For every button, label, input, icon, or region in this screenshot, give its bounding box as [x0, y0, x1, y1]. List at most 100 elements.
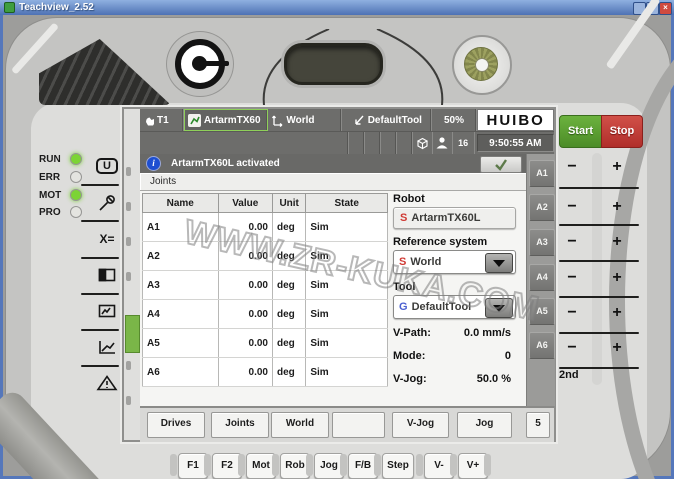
table-row[interactable]: A40.00degSim — [143, 300, 388, 329]
tab-overflow-button[interactable]: 5 — [526, 412, 550, 438]
tab-joints[interactable]: Joints — [211, 412, 269, 438]
axis-tab-a2[interactable]: A2 — [529, 194, 555, 221]
tool-key[interactable] — [87, 190, 127, 216]
mode-cell[interactable]: T1 — [140, 109, 184, 131]
robot-value: ArtarmTX60L — [411, 212, 480, 224]
clock: 9:50:55 AM — [477, 134, 554, 152]
tool-dropdown[interactable]: G DefaultTool — [393, 295, 516, 319]
confirm-message-button[interactable] — [480, 156, 522, 173]
minus-icon: − — [567, 233, 576, 250]
table-row[interactable]: A60.00degSim — [143, 358, 388, 387]
plus-icon: + — [612, 269, 621, 286]
stop-button[interactable]: Stop — [601, 115, 643, 148]
speed-value: 50% — [444, 115, 464, 126]
indicator-pro: PRO — [39, 206, 82, 218]
start-button[interactable]: Start — [559, 115, 602, 148]
jog-plus-a2[interactable]: + — [605, 197, 629, 217]
tool-dropdown-button[interactable] — [485, 298, 513, 318]
key-divider — [450, 454, 457, 476]
fkey-label: F1 — [187, 460, 199, 471]
axis-tab-a5[interactable]: A5 — [529, 298, 555, 325]
jog-plus-a6[interactable]: + — [605, 338, 629, 358]
minus-icon: − — [567, 339, 576, 356]
chart-key[interactable] — [87, 334, 127, 360]
jog-plus-a1[interactable]: + — [605, 157, 629, 177]
robot-cell[interactable]: ArtarmTX60 — [184, 109, 268, 131]
jog-plus-a3[interactable]: + — [605, 232, 629, 252]
tab-blank[interactable] — [332, 412, 385, 438]
axis-tab-a6[interactable]: A6 — [529, 332, 555, 359]
header-state: State — [306, 194, 388, 213]
user-key[interactable]: U — [87, 153, 127, 179]
reference-dropdown-button[interactable] — [485, 253, 513, 273]
minus-icon: − — [567, 158, 576, 175]
jog-minus-a6[interactable]: − — [560, 338, 584, 358]
plus-icon: + — [612, 158, 621, 175]
robot-name: ArtarmTX60 — [204, 115, 261, 126]
main-content: Name Value Unit State A10.00degSim A20.0… — [140, 191, 526, 406]
tool-cell[interactable]: DefaultTool — [342, 109, 432, 131]
jog-minus-a2[interactable]: − — [560, 197, 584, 217]
tool-arrow-icon — [353, 114, 365, 126]
jog-minus-a3[interactable]: − — [560, 232, 584, 252]
tab-overflow-label: 5 — [535, 418, 541, 429]
fkey-label: Rob — [285, 460, 304, 471]
chevron-down-icon — [493, 305, 505, 312]
window-key[interactable] — [87, 262, 127, 288]
info-icon: i — [146, 156, 161, 171]
table-row[interactable]: A50.00degSim — [143, 329, 388, 358]
position-key[interactable]: X= — [87, 226, 127, 252]
reference-name: World — [286, 115, 314, 126]
jog-plus-a4[interactable]: + — [605, 268, 629, 288]
table-row[interactable]: A20.00degSim — [143, 242, 388, 271]
tab-vjog[interactable]: V-Jog — [392, 412, 449, 438]
table-header-row: Name Value Unit State — [143, 194, 388, 213]
cube-status-icon[interactable] — [413, 132, 433, 154]
second-function-key[interactable]: 2nd — [559, 369, 599, 385]
status-slot — [349, 132, 365, 154]
minus-icon: − — [567, 198, 576, 215]
axis-tab-a4[interactable]: A4 — [529, 264, 555, 291]
axis-tab-a1[interactable]: A1 — [529, 160, 555, 187]
view-tab-title: Joints — [140, 173, 526, 191]
axis-tab-a3[interactable]: A3 — [529, 229, 555, 256]
user-status-icon[interactable] — [433, 132, 453, 154]
reference-cell[interactable]: World — [268, 109, 341, 131]
estop-button[interactable] — [166, 31, 234, 97]
jog-plus-a5[interactable]: + — [605, 303, 629, 323]
vjog-label: V-Jog: — [393, 373, 427, 385]
indicator-err: ERR — [39, 171, 82, 183]
jog-minus-a4[interactable]: − — [560, 268, 584, 288]
checkmark-icon — [493, 158, 509, 171]
indicator-label: MOT — [39, 190, 65, 201]
position-key-label: X= — [99, 232, 114, 246]
reference-dropdown[interactable]: S World — [393, 250, 516, 274]
status-bar: T1 ArtarmTX60 World DefaultTool — [140, 109, 554, 154]
tab-jog[interactable]: Jog — [457, 412, 512, 438]
fkey-step[interactable]: Step — [382, 453, 414, 479]
mode-selector-knob[interactable] — [452, 35, 512, 95]
jog-minus-a1[interactable]: − — [560, 157, 584, 177]
message-count[interactable]: 16 — [453, 132, 475, 154]
tab-world[interactable]: World — [271, 412, 329, 438]
close-button[interactable]: × — [659, 2, 672, 15]
axis-tab-label: A4 — [536, 272, 548, 282]
table-row[interactable]: A30.00degSim — [143, 271, 388, 300]
fkey-label: Mot — [252, 460, 270, 471]
plus-icon: + — [612, 339, 621, 356]
robot-select-button[interactable]: S ArtarmTX60L — [393, 207, 516, 229]
key-divider — [484, 454, 491, 476]
jog-minus-a5[interactable]: − — [560, 303, 584, 323]
tab-drives[interactable]: Drives — [147, 412, 205, 438]
stop-label: Stop — [610, 125, 634, 137]
table-row[interactable]: A10.00degSim — [143, 213, 388, 242]
tool-name: DefaultTool — [368, 115, 422, 126]
warning-key[interactable] — [87, 370, 127, 396]
display-key[interactable] — [87, 298, 127, 324]
fkey-label: F/B — [355, 460, 371, 471]
axis-tab-column: A1 A2 A3 A4 A5 A6 — [526, 154, 555, 406]
vjog-stat: V-Jog: 50.0 % — [393, 373, 511, 385]
warning-icon — [96, 374, 118, 392]
mode-label: Mode: — [393, 350, 425, 362]
speed-cell[interactable]: 50% — [432, 109, 478, 131]
